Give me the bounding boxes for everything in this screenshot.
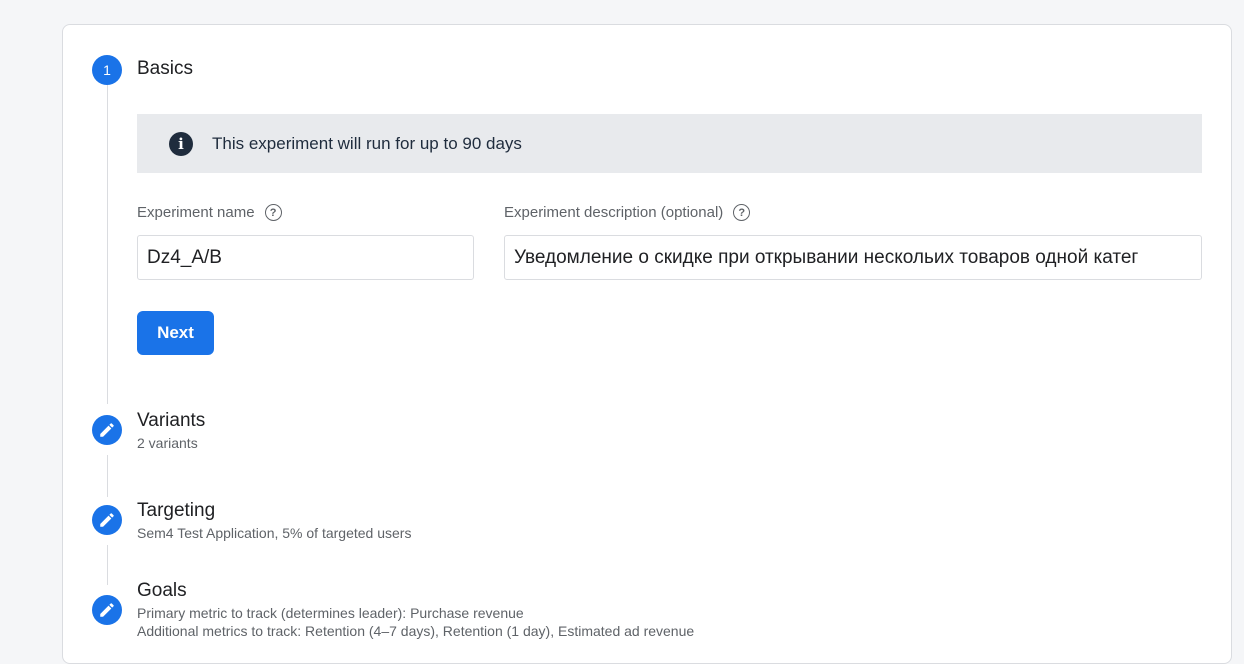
step-title-variants[interactable]: Variants [137, 410, 205, 432]
info-banner: i This experiment will run for up to 90 … [137, 114, 1202, 173]
step-number: 1 [103, 62, 111, 78]
experiment-name-input[interactable] [137, 235, 474, 280]
next-button[interactable]: Next [137, 311, 214, 355]
step-title-goals[interactable]: Goals [137, 580, 187, 602]
experiment-description-label: Experiment description (optional) ? [504, 204, 751, 221]
edit-step-button[interactable] [92, 415, 122, 445]
step-title-targeting[interactable]: Targeting [137, 500, 215, 522]
step-subtitle-goals: Primary metric to track (determines lead… [137, 605, 524, 621]
step-rail [107, 545, 108, 585]
edit-icon [100, 603, 114, 617]
edit-icon [100, 423, 114, 437]
banner-text: This experiment will run for up to 90 da… [212, 133, 522, 153]
experiment-description-input[interactable] [504, 235, 1202, 280]
edit-step-button[interactable] [92, 505, 122, 535]
edit-icon [100, 513, 114, 527]
help-icon[interactable]: ? [733, 204, 751, 221]
step-rail [107, 84, 108, 404]
step-subtitle-variants: 2 variants [137, 435, 198, 451]
experiment-description-label-text: Experiment description (optional) [504, 204, 724, 221]
info-icon: i [169, 131, 193, 156]
experiment-name-label: Experiment name ? [137, 204, 282, 221]
step-subtitle-targeting: Sem4 Test Application, 5% of targeted us… [137, 525, 412, 541]
step-number-badge: 1 [92, 55, 122, 85]
help-icon[interactable]: ? [264, 204, 282, 221]
edit-step-button[interactable] [92, 595, 122, 625]
experiment-name-label-text: Experiment name [137, 204, 255, 221]
step-title-basics: Basics [137, 58, 193, 79]
step-subtitle-goals-additional: Additional metrics to track: Retention (… [137, 623, 695, 639]
step-rail [107, 455, 108, 497]
